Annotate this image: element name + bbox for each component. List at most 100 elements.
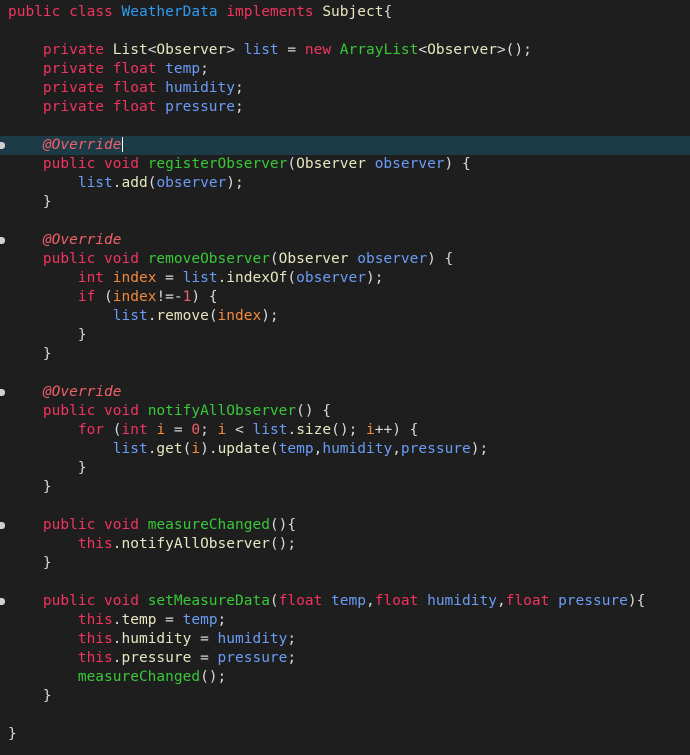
code-line[interactable]: if (index!=-1) { [0,288,690,307]
code-line[interactable] [0,364,690,383]
code-line[interactable] [0,706,690,725]
code-line[interactable]: public void registerObserver(Observer ob… [0,155,690,174]
code-token: int [121,422,148,438]
code-token: = [156,270,183,286]
code-line[interactable]: measureChanged(); [0,668,690,687]
code-token: ; [235,80,244,96]
fold-marker-icon[interactable] [0,142,5,149]
code-token: ; [217,612,227,628]
code-line[interactable]: for (int i = 0; i < list.size(); i++) { [0,421,690,440]
code-line[interactable]: } [0,687,690,706]
code-token: = [278,42,305,58]
fold-marker-icon[interactable] [0,389,5,396]
code-line[interactable]: list.add(observer); [0,174,690,193]
code-line[interactable]: @Override [0,383,690,402]
code-line[interactable]: @Override [0,231,690,250]
code-token: list [243,42,279,58]
code-token: private [42,80,105,96]
code-token: humidity [165,80,235,96]
code-text: @Override [8,231,122,250]
code-line[interactable] [0,573,690,592]
code-line[interactable]: public void setMeasureData(float temp,fl… [0,592,690,611]
code-token: this [77,650,113,666]
code-line[interactable]: public class WeatherData implements Subj… [0,3,690,22]
code-token: ; [200,422,218,438]
code-token: . [287,422,297,438]
code-token: , [496,593,506,609]
code-line[interactable]: } [0,554,690,573]
code-token: if [77,289,96,305]
code-text: private float temp; [8,60,209,79]
code-line[interactable]: private List<Observer> list = new ArrayL… [0,41,690,60]
code-line[interactable]: int index = list.indexOf(observer); [0,269,690,288]
code-line[interactable]: private float pressure; [0,98,690,117]
code-line[interactable]: this.humidity = humidity; [0,630,690,649]
code-token: setMeasureData [147,593,270,609]
text-caret [121,137,123,152]
code-token: void [104,593,139,609]
code-token: = [156,612,183,628]
code-token: ++) { [374,422,419,438]
code-line[interactable]: list.get(i).update(temp,humidity,pressur… [0,440,690,459]
code-line[interactable] [0,212,690,231]
code-line[interactable]: public void removeObserver(Observer obse… [0,250,690,269]
fold-marker-icon[interactable] [0,598,5,605]
code-token: ( [287,270,297,286]
fold-marker-icon[interactable] [0,522,5,529]
code-token: } [8,479,52,495]
code-token: int [77,270,105,286]
code-text: public void setMeasureData(float temp,fl… [8,592,645,611]
code-line[interactable]: } [0,459,690,478]
code-line[interactable]: this.notifyAllObserver(); [0,535,690,554]
code-token: new [304,42,332,58]
code-token: get [156,441,183,457]
code-line[interactable]: private float temp; [0,60,690,79]
code-line[interactable]: this.pressure = pressure; [0,649,690,668]
code-line[interactable]: } [0,345,690,364]
code-line[interactable]: } [0,478,690,497]
fold-marker-icon[interactable] [0,237,5,244]
code-token: (){ [269,517,297,533]
code-token: ( [287,156,297,172]
code-text: this.pressure = pressure; [8,649,296,668]
code-token: } [8,346,52,362]
code-text: this.temp = temp; [8,611,226,630]
code-editor[interactable]: public class WeatherData implements Subj… [0,0,690,755]
code-line[interactable]: @Override [0,136,690,155]
code-token: float [278,593,323,609]
code-line[interactable] [0,497,690,516]
code-token: observer [357,251,428,267]
code-token: private [42,99,105,115]
code-token: observer [374,156,445,172]
code-token: ); [365,270,384,286]
code-line[interactable]: public void notifyAllObserver() { [0,402,690,421]
code-line[interactable]: list.remove(index); [0,307,690,326]
code-text: @Override [8,136,123,155]
code-line[interactable]: this.temp = temp; [0,611,690,630]
code-line[interactable]: } [0,326,690,345]
code-token: private [42,61,105,77]
code-text: public void removeObserver(Observer obse… [8,250,453,269]
code-line[interactable]: private float humidity; [0,79,690,98]
code-token: < [226,422,253,438]
code-token: public [8,4,61,20]
code-token: ); [226,175,244,191]
code-text: } [8,554,52,573]
code-line[interactable]: } [0,193,690,212]
code-line[interactable]: } [0,725,690,744]
code-line[interactable] [0,117,690,136]
code-line[interactable]: public void measureChanged(){ [0,516,690,535]
code-token: < [418,42,428,58]
code-line[interactable] [0,22,690,41]
